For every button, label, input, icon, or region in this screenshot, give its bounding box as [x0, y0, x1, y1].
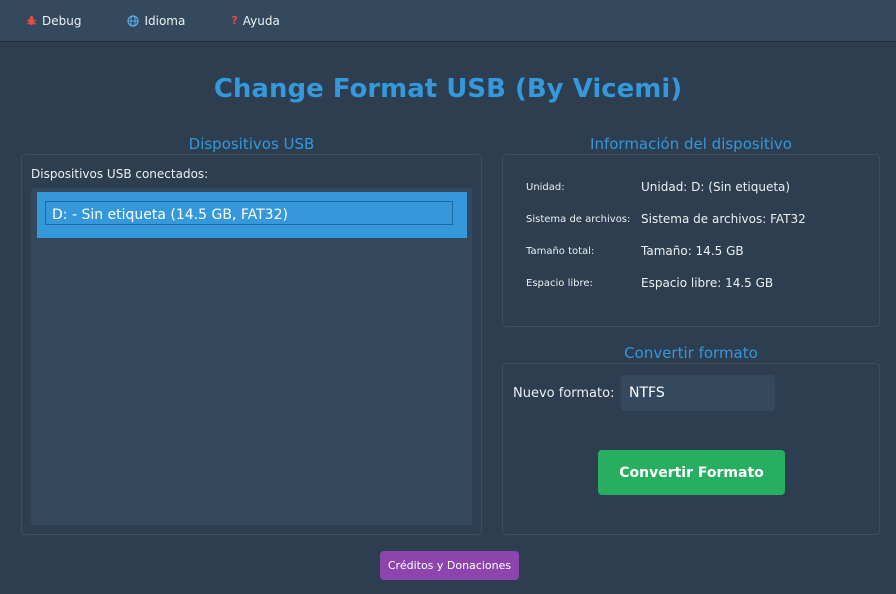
format-select-value: NTFS — [629, 385, 665, 401]
info-value-size: Tamaño: 14.5 GB — [641, 244, 744, 258]
menu-ayuda[interactable]: ? Ayuda — [225, 10, 285, 32]
menu-idioma-label: Idioma — [144, 13, 186, 28]
info-value-free: Espacio libre: 14.5 GB — [641, 276, 774, 290]
info-value-unidad: Unidad: D: (Sin etiqueta) — [641, 180, 791, 194]
format-select[interactable]: NTFS — [621, 375, 775, 411]
info-value-filesystem: Sistema de archivos: FAT32 — [641, 212, 806, 226]
menu-debug-label: Debug — [42, 13, 82, 28]
app-title: Change Format USB (By Vicemi) — [213, 74, 683, 104]
question-icon: ? — [231, 14, 238, 27]
menu-debug[interactable]: Debug — [20, 10, 87, 32]
convert-group-title: Convertir formato — [624, 344, 758, 362]
convert-button[interactable]: Convertir Formato — [598, 450, 785, 495]
credits-button[interactable]: Créditos y Donaciones — [380, 551, 519, 580]
menu-idioma[interactable]: Idioma — [121, 10, 191, 32]
usb-caption: Dispositivos USB conectados: — [31, 167, 209, 181]
info-label-free: Espacio libre: — [526, 278, 593, 289]
info-row-free: Espacio libre: Espacio libre: 14.5 GB — [503, 275, 881, 295]
format-label: Nuevo formato: — [513, 386, 615, 401]
info-label-unidad: Unidad: — [526, 182, 565, 193]
info-panel: Unidad: Unidad: D: (Sin etiqueta) Sistem… — [502, 154, 880, 327]
menu-ayuda-label: Ayuda — [242, 13, 280, 28]
usb-device-item[interactable]: D: - Sin etiqueta (14.5 GB, FAT32) — [37, 192, 467, 238]
globe-icon — [127, 14, 140, 27]
info-label-filesystem: Sistema de archivos: — [526, 214, 631, 225]
info-row-size: Tamaño total: Tamaño: 14.5 GB — [503, 243, 881, 263]
usb-device-list[interactable]: D: - Sin etiqueta (14.5 GB, FAT32) — [31, 188, 472, 525]
usb-group-title: Dispositivos USB — [188, 135, 315, 153]
info-row-unidad: Unidad: Unidad: D: (Sin etiqueta) — [503, 179, 881, 199]
info-label-size: Tamaño total: — [526, 246, 595, 257]
usb-device-label: D: - Sin etiqueta (14.5 GB, FAT32) — [52, 207, 288, 223]
info-row-filesystem: Sistema de archivos: Sistema de archivos… — [503, 211, 881, 231]
bug-icon — [26, 15, 37, 26]
info-group-title: Información del dispositivo — [590, 135, 792, 153]
menu-bar: Debug Idioma ? Ayuda — [0, 0, 896, 42]
convert-panel: Nuevo formato: NTFS Convertir Formato — [502, 363, 880, 535]
usb-panel: Dispositivos USB conectados: D: - Sin et… — [21, 154, 482, 535]
